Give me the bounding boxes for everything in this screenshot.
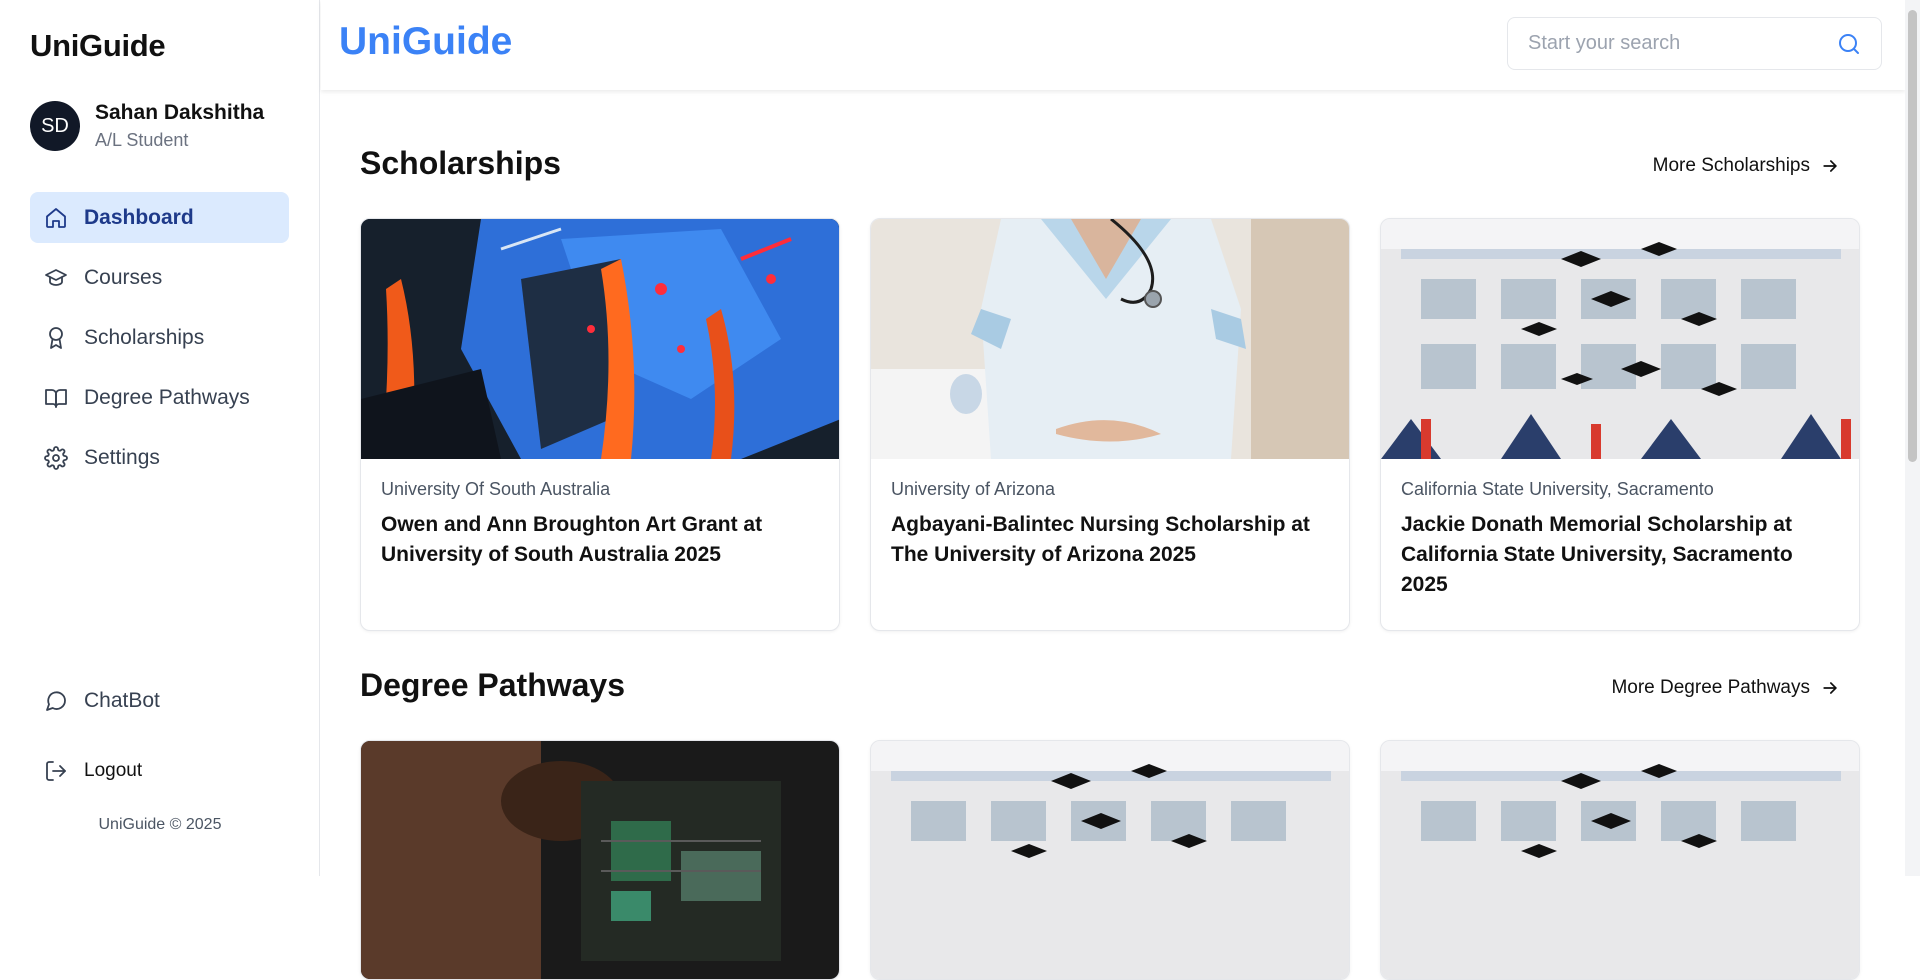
card-title: Jackie Donath Memorial Scholarship at Ca…: [1401, 513, 1793, 596]
abstract-painting-image: [361, 219, 839, 459]
card-university: California State University, Sacramento: [1401, 479, 1714, 499]
sidebar-item-label: Courses: [84, 265, 163, 289]
more-pathways-link[interactable]: More Degree Pathways: [1611, 677, 1840, 699]
gear-icon: [44, 445, 68, 470]
sidebar-nav: Dashboard Courses Scholarships Degree Pa…: [30, 192, 289, 492]
arrow-right-icon: [1823, 160, 1837, 172]
scholarships-section-header: Scholarships More Scholarships: [360, 145, 1860, 195]
graduation-caps-image: [1381, 219, 1859, 459]
arrow-right-icon: [1823, 682, 1837, 694]
scholarship-card[interactable]: University of Arizona Agbayani-Balintec …: [870, 218, 1350, 631]
sidebar: UniGuide SD Sahan Dakshitha A/L Student …: [0, 0, 320, 876]
scholarship-cards: University Of South Australia Owen and A…: [360, 218, 1860, 631]
chat-bubble-icon: [46, 691, 66, 711]
circuit-board-image: [361, 741, 839, 979]
sidebar-item-scholarships[interactable]: Scholarships: [30, 312, 289, 363]
scholarship-card[interactable]: California State University, Sacramento …: [1380, 218, 1860, 631]
logout-icon: [46, 761, 66, 781]
chatbot-label: ChatBot: [84, 689, 160, 712]
pathways-section-header: Degree Pathways More Degree Pathways: [360, 667, 1860, 717]
sidebar-item-settings[interactable]: Settings: [30, 432, 289, 483]
avatar: SD: [30, 101, 80, 151]
card-title: Owen and Ann Broughton Art Grant at Univ…: [381, 513, 763, 566]
card-university: University of Arizona: [891, 479, 1056, 499]
copyright-footer: UniGuide © 2025: [98, 816, 222, 833]
sidebar-item-dashboard[interactable]: Dashboard: [30, 192, 289, 243]
chatbot-link[interactable]: ChatBot: [30, 689, 160, 713]
more-pathways-label: More Degree Pathways: [1611, 677, 1810, 698]
home-icon: [46, 207, 66, 228]
search-box[interactable]: [1507, 17, 1882, 70]
vertical-scrollbar[interactable]: [1905, 0, 1920, 876]
pathways-title: Degree Pathways: [360, 667, 626, 703]
nurse-stethoscope-image: [871, 219, 1349, 459]
pathway-card[interactable]: [870, 740, 1350, 980]
book-open-icon: [45, 388, 67, 408]
graduation-caps-image: [1381, 741, 1859, 979]
pathway-cards: [360, 740, 1860, 980]
header-brand[interactable]: UniGuide: [339, 20, 512, 64]
scholarships-title: Scholarships: [360, 145, 561, 181]
sidebar-brand: UniGuide: [30, 28, 166, 63]
more-scholarships-link[interactable]: More Scholarships: [1653, 155, 1840, 177]
graduation-caps-image: [871, 741, 1349, 979]
pathway-card[interactable]: [360, 740, 840, 980]
logout-label: Logout: [84, 760, 143, 781]
user-profile: SD Sahan Dakshitha A/L Student: [30, 101, 264, 151]
search-input[interactable]: [1528, 32, 1837, 55]
top-header: UniGuide: [321, 0, 1905, 90]
sidebar-item-label: Dashboard: [84, 205, 194, 229]
sidebar-item-label: Degree Pathways: [84, 385, 250, 409]
sidebar-item-degree-pathways[interactable]: Degree Pathways: [30, 372, 289, 423]
award-icon: [49, 326, 63, 349]
pathway-card[interactable]: [1380, 740, 1860, 980]
graduation-cap-icon: [45, 268, 67, 286]
logout-button[interactable]: Logout: [30, 759, 142, 783]
card-title: Agbayani-Balintec Nursing Scholarship at…: [891, 513, 1310, 566]
more-scholarships-label: More Scholarships: [1652, 155, 1810, 176]
sidebar-item-label: Settings: [84, 445, 160, 469]
sidebar-item-courses[interactable]: Courses: [30, 252, 289, 303]
scrollbar-thumb[interactable]: [1908, 10, 1917, 462]
user-role: A/L Student: [95, 130, 189, 150]
scholarship-card[interactable]: University Of South Australia Owen and A…: [360, 218, 840, 631]
search-icon[interactable]: [1837, 32, 1861, 56]
card-university: University Of South Australia: [381, 479, 611, 499]
sidebar-item-label: Scholarships: [84, 325, 205, 349]
user-name: Sahan Dakshitha: [95, 101, 265, 124]
